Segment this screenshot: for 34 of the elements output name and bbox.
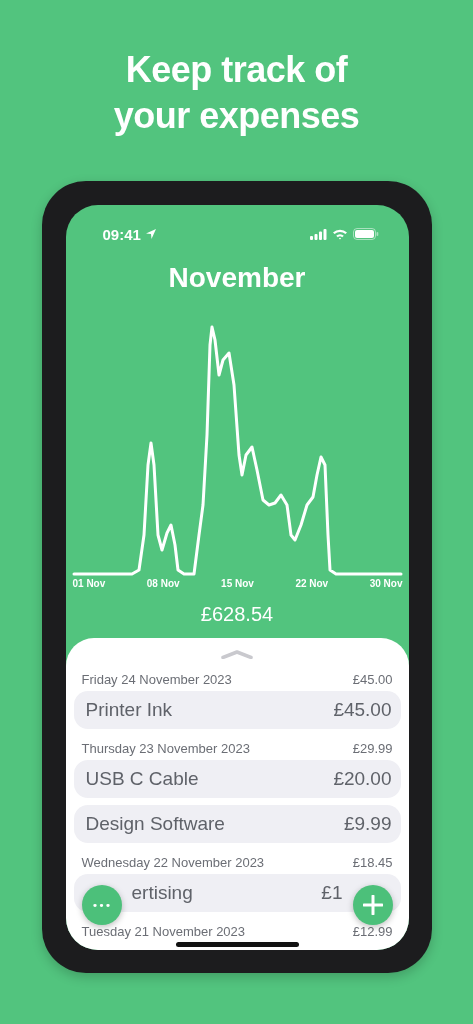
month-title: November — [167, 261, 307, 295]
day-total: £29.99 — [352, 740, 393, 756]
day-date: Wednesday 22 November 2023 — [81, 854, 265, 870]
battery-icon — [352, 228, 379, 240]
expense-amount: £1 — [321, 882, 343, 904]
wifi-icon — [331, 228, 348, 240]
status-time: 09:41 — [102, 225, 141, 243]
day-date: Thursday 23 November 2023 — [81, 740, 250, 756]
expense-amount: £45.00 — [333, 699, 392, 721]
chevron-icon[interactable] — [221, 650, 253, 659]
axis-label: 22 Nov — [295, 577, 329, 591]
axis-label: 08 Nov — [146, 577, 180, 591]
day-total: £45.00 — [352, 671, 393, 687]
expense-amount: £9.99 — [343, 813, 392, 835]
axis-label: 01 Nov — [72, 577, 106, 591]
headline: Keep track of your expenses — [112, 48, 361, 138]
expense-name: USB C Cable — [85, 768, 199, 790]
day-date: Tuesday 21 November 2023 — [81, 923, 246, 939]
location-icon — [144, 228, 157, 240]
expense-row[interactable]: Design Software £9.99 — [73, 805, 401, 843]
axis-label: 15 Nov — [221, 577, 254, 591]
expense-name: ertising — [131, 882, 193, 904]
plus-icon — [362, 895, 383, 915]
expense-row[interactable]: Printer Ink £45.00 — [73, 691, 401, 729]
signal-icon — [309, 228, 327, 240]
day-total: £18.45 — [352, 854, 393, 870]
axis-label: 30 Nov — [369, 577, 403, 591]
expense-name: Design Software — [85, 813, 225, 835]
total-amount: £628.54 — [199, 602, 275, 627]
expense-amount: £20.00 — [333, 768, 392, 790]
day-date: Friday 24 November 2023 — [81, 671, 232, 687]
expense-name: Printer Ink — [85, 699, 173, 721]
expense-row[interactable]: USB C Cable £20.00 — [73, 760, 401, 798]
day-total: £12.99 — [352, 923, 393, 939]
